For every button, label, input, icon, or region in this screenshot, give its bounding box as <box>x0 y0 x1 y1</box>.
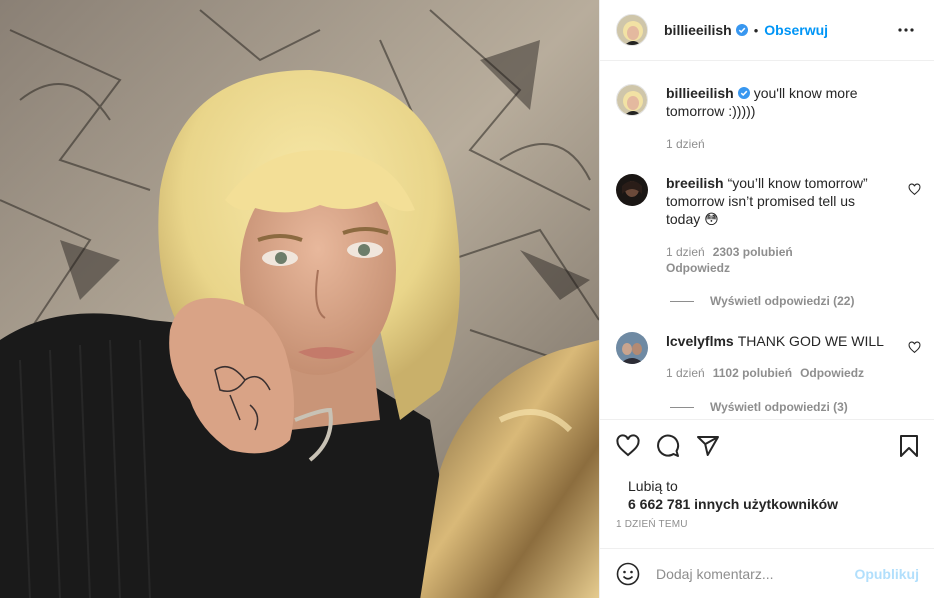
caption-username[interactable]: billieeilish <box>666 85 734 101</box>
replies-line <box>670 300 694 302</box>
bookmark-button[interactable] <box>897 434 921 458</box>
likes-label: Lubią to <box>628 478 678 494</box>
post-photo[interactable] <box>0 0 599 598</box>
separator-dot: • <box>753 22 759 38</box>
avatar-image <box>616 332 648 364</box>
reply-button[interactable]: Odpowiedz <box>666 261 730 275</box>
comment-username[interactable]: lcvelyflms <box>666 333 734 349</box>
comment-meta: 1 dzień 2303 polubień Odpowiedz <box>666 244 886 276</box>
post-image <box>0 0 599 598</box>
verified-icon <box>737 87 750 99</box>
comment-likes[interactable]: 1102 polubień <box>713 366 792 380</box>
comment-avatar[interactable] <box>616 174 648 206</box>
comment-text: THANK GOD WE WILL <box>737 333 884 349</box>
comment-item: lcvelyflms THANK GOD WE WILL 1 dzień 1102 … <box>616 332 886 381</box>
view-replies-button[interactable]: Wyświetl odpowiedzi (22) <box>670 294 854 308</box>
avatar-image <box>617 85 647 115</box>
comment-time[interactable]: 1 dzień <box>666 245 705 259</box>
post-timestamp[interactable]: 1 dzień temu <box>616 519 688 530</box>
emoji-icon[interactable] <box>616 562 640 586</box>
bookmark-icon <box>900 435 918 457</box>
avatar-image <box>617 15 647 45</box>
instagram-post: billieeilish • Obserwuj billieeilish you… <box>0 0 934 598</box>
comment-body: breeilish “you’ll know tomorrow” tomorrow… <box>666 174 886 276</box>
like-comment-heart-icon[interactable] <box>908 183 921 196</box>
author-username[interactable]: billieeilish <box>664 22 732 38</box>
comment-icon[interactable] <box>656 434 680 458</box>
comment-avatar[interactable] <box>616 332 648 364</box>
caption: billieeilish you'll know more tomorrow :)… <box>616 84 886 152</box>
caption-avatar[interactable] <box>616 84 648 116</box>
heart-icon[interactable] <box>616 434 640 458</box>
reply-button[interactable]: Odpowiedz <box>800 366 864 380</box>
caption-time[interactable]: 1 dzień <box>666 137 705 151</box>
publish-button[interactable]: Opublikuj <box>854 566 919 582</box>
comment-likes[interactable]: 2303 polubień <box>713 245 793 259</box>
share-icon[interactable] <box>696 434 720 458</box>
comment-item: breeilish “you’ll know tomorrow” tomorrow… <box>616 174 886 276</box>
caption-body: billieeilish you'll know more tomorrow :)… <box>666 84 886 152</box>
view-replies-label: Wyświetl odpowiedzi (22) <box>710 294 855 308</box>
verified-icon <box>735 24 748 36</box>
author-avatar[interactable] <box>616 14 648 46</box>
comment-username[interactable]: breeilish <box>666 175 724 191</box>
action-icons <box>616 434 720 458</box>
post-details-panel: billieeilish • Obserwuj billieeilish you… <box>599 0 934 598</box>
add-comment-bar: Opublikuj <box>600 548 934 598</box>
likes-count[interactable]: 6 662 781 innych użytkowników <box>628 495 838 513</box>
comments-list[interactable]: billieeilish you'll know more tomorrow :)… <box>600 61 934 419</box>
comment-input[interactable] <box>656 565 855 582</box>
view-replies-button[interactable]: Wyświetl odpowiedzi (3) <box>670 400 848 414</box>
avatar-image <box>616 174 648 206</box>
likes-summary: Lubią to 6 662 781 innych użytkowników <box>616 477 838 513</box>
comment-time[interactable]: 1 dzień <box>666 366 705 380</box>
more-options-icon[interactable] <box>897 22 915 38</box>
post-header: billieeilish • Obserwuj <box>600 0 934 61</box>
replies-line <box>670 406 694 408</box>
caption-meta: 1 dzień <box>666 136 886 152</box>
view-replies-label: Wyświetl odpowiedzi (3) <box>710 400 848 414</box>
post-actions: Lubią to 6 662 781 innych użytkowników 1… <box>600 419 934 549</box>
comment-body: lcvelyflms THANK GOD WE WILL 1 dzień 1102 … <box>666 332 886 381</box>
comment-meta: 1 dzień 1102 polubień Odpowiedz <box>666 365 886 381</box>
follow-button[interactable]: Obserwuj <box>764 22 828 38</box>
like-comment-heart-icon[interactable] <box>908 341 921 354</box>
